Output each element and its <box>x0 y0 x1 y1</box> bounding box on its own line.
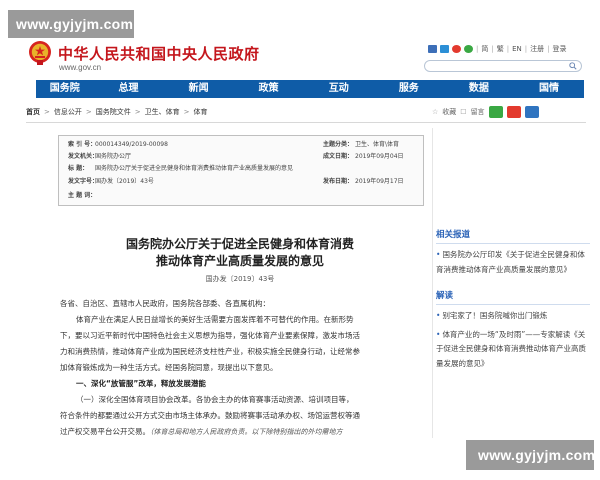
breadcrumb-separator-icon: > <box>44 108 50 116</box>
nav-premier[interactable]: 总理 <box>93 80 163 98</box>
meta-title-value: 国务院办公厅关于促进全民健身和体育消费推动体育产业高质量发展的意见 <box>95 165 294 172</box>
related-report-text[interactable]: 国务院办公厅印发《关于促进全民健身和体育消费推动体育产业高质量发展的意见》 <box>436 250 585 274</box>
section-heading: 一、深化“放管服”改革，释放发展潜能 <box>76 379 206 388</box>
paragraph-line: 加体育锻炼成为一种生活方式。经国务院同意，现提出以下意见。 <box>60 363 278 372</box>
responsibility-note: （体育总局和地方人民政府负责。以下除特别指出的外均需地方 <box>150 428 343 436</box>
link-english[interactable]: EN <box>512 45 522 53</box>
link-traditional[interactable]: 繁 <box>497 44 504 54</box>
search-icon[interactable] <box>569 62 577 70</box>
divider <box>26 122 586 123</box>
watermark-top: www.gyjyjm.com <box>8 10 134 38</box>
comment-link[interactable]: 留言 <box>471 107 485 117</box>
related-report-link[interactable]: • 国务院办公厅印发《关于促进全民健身和体育消费推动体育产业高质量发展的意见》 <box>436 248 590 277</box>
wechat-share-icon[interactable] <box>488 106 503 118</box>
weibo-icon[interactable] <box>452 45 461 53</box>
nav-policy[interactable]: 政策 <box>234 80 304 98</box>
bullet-icon: • <box>436 311 441 320</box>
link-login[interactable]: 登录 <box>552 44 566 54</box>
breadcrumb-state-docs[interactable]: 国务院文件 <box>96 107 131 117</box>
breadcrumb-separator-icon: > <box>85 108 92 116</box>
nav-national-info[interactable]: 国情 <box>514 80 584 98</box>
nav-news[interactable]: 新闻 <box>164 80 234 98</box>
interpretation-heading: 解读 <box>436 289 590 305</box>
paragraph-text: 过产权交易平台公开交易。 <box>60 427 150 436</box>
breadcrumb-info-public[interactable]: 信息公开 <box>54 107 82 117</box>
paragraph-line: 力和消费热情，推动体育产业成为国民经济支柱性产业，积极实施全民健身行动，让经常参 <box>60 347 360 356</box>
main-nav: 国务院 总理 新闻 政策 互动 服务 数据 国情 <box>36 80 584 98</box>
link-register[interactable]: 注册 <box>530 44 544 54</box>
nav-interaction[interactable]: 互动 <box>304 80 374 98</box>
site-url: www.gov.cn <box>59 63 102 72</box>
wechat-icon[interactable] <box>464 45 473 53</box>
interpretation-link[interactable]: • 体育产业的一场“及时雨”——专家解读《关于促进全民健身和体育消费推动体育产业高… <box>436 328 590 372</box>
meta-docno-label: 发文字号： <box>68 178 99 185</box>
watermark-bottom: www.gyjyjm.com <box>466 440 595 470</box>
interpretation-text[interactable]: 体育产业的一场“及时雨”——专家解读《关于促进全民健身和体育消费推动体育产业高质… <box>436 330 586 368</box>
sidebar: 相关报道 • 国务院办公厅印发《关于促进全民健身和体育消费推动体育产业高质量发展的… <box>436 228 590 371</box>
interpretation-text[interactable]: 别宅家了！国务院喊你出门锻炼 <box>442 311 547 320</box>
breadcrumb-sports[interactable]: 体育 <box>194 107 208 117</box>
breadcrumb-home[interactable]: 首页 <box>26 107 40 117</box>
related-reports-heading: 相关报道 <box>436 228 590 244</box>
nav-data[interactable]: 数据 <box>444 80 514 98</box>
weibo-share-icon[interactable] <box>506 106 521 118</box>
top-links: | 简 | 繁 | EN | 注册 | 登录 <box>428 43 566 55</box>
interpretation-link[interactable]: • 别宅家了！国务院喊你出门锻炼 <box>436 309 590 324</box>
paragraph-line: 过产权交易平台公开交易。（体育总局和地方人民政府负责。以下除特别指出的外均需地方 <box>60 424 422 440</box>
salutation: 各省、自治区、直辖市人民政府，国务院各部委、各直属机构： <box>60 299 270 308</box>
document-title-line-1: 国务院办公厅关于促进全民健身和体育消费 <box>125 237 354 251</box>
breadcrumb-health-sports[interactable]: 卫生、体育 <box>145 107 180 117</box>
meta-pubdate-value: 2019年09月17日 <box>355 178 404 185</box>
national-emblem-icon[interactable] <box>28 40 52 66</box>
site-title[interactable]: 中华人民共和国中央人民政府 <box>58 43 260 64</box>
paragraph-line: 符合条件的都要通过公开方式交由市场主体承办。鼓励将赛事活动承办权、场馆运营权等通 <box>60 411 360 420</box>
column-divider <box>432 128 433 438</box>
bullet-icon: • <box>436 250 441 259</box>
paragraph-line: 体育产业在满足人民日益增长的美好生活需要方面发挥着不可替代的作用。在新形势 <box>76 315 354 324</box>
document-number: 国办发〔2019〕43号 <box>205 275 275 283</box>
search-input[interactable] <box>424 60 582 72</box>
nav-state-council[interactable]: 国务院 <box>36 80 93 98</box>
document-title: 国务院办公厅关于促进全民健身和体育消费 推动体育产业高质量发展的意见 <box>60 236 420 270</box>
meta-keywords-label: 主 题 词： <box>68 192 97 199</box>
favorite-link[interactable]: 收藏 <box>442 107 456 117</box>
document-body: 各省、自治区、直辖市人民政府，国务院各部委、各直属机构： 体育产业在满足人民日益… <box>60 296 422 440</box>
document-title-line-2: 推动体育产业高质量发展的意见 <box>155 254 324 268</box>
meta-docno-value: 国办发〔2019〕43号 <box>95 178 154 185</box>
qzone-share-icon[interactable] <box>524 106 539 118</box>
paragraph-line: 下，要以习近平新时代中国特色社会主义思想为指导，强化体育产业要素保障，激发市场活 <box>60 331 360 340</box>
share-tools: ☆ 收藏 ☐ 留言 <box>432 104 539 120</box>
document-metadata-table: 索 引 号： 000014349/2019-00098 主题分类： 卫生、体育\… <box>58 135 424 206</box>
mobile-icon[interactable] <box>440 45 449 53</box>
star-icon[interactable]: ☆ <box>432 108 438 116</box>
meta-title-label: 标 题： <box>68 165 89 172</box>
bullet-icon: • <box>436 329 441 339</box>
nav-services[interactable]: 服务 <box>374 80 444 98</box>
breadcrumb-separator-icon: > <box>134 108 141 116</box>
link-simplified[interactable]: 简 <box>481 44 488 54</box>
paragraph-line: （一）深化全国体育项目协会改革。各协会主办的体育赛事活动资源、培训项目等， <box>76 395 354 404</box>
comment-icon[interactable]: ☐ <box>460 108 466 116</box>
mail-icon[interactable] <box>428 45 437 53</box>
breadcrumb-separator-icon: > <box>183 108 190 116</box>
meta-pubdate-label: 发布日期： <box>323 178 354 185</box>
site-header: 中华人民共和国中央人民政府 www.gov.cn | 简 | 繁 | EN | … <box>0 36 600 78</box>
